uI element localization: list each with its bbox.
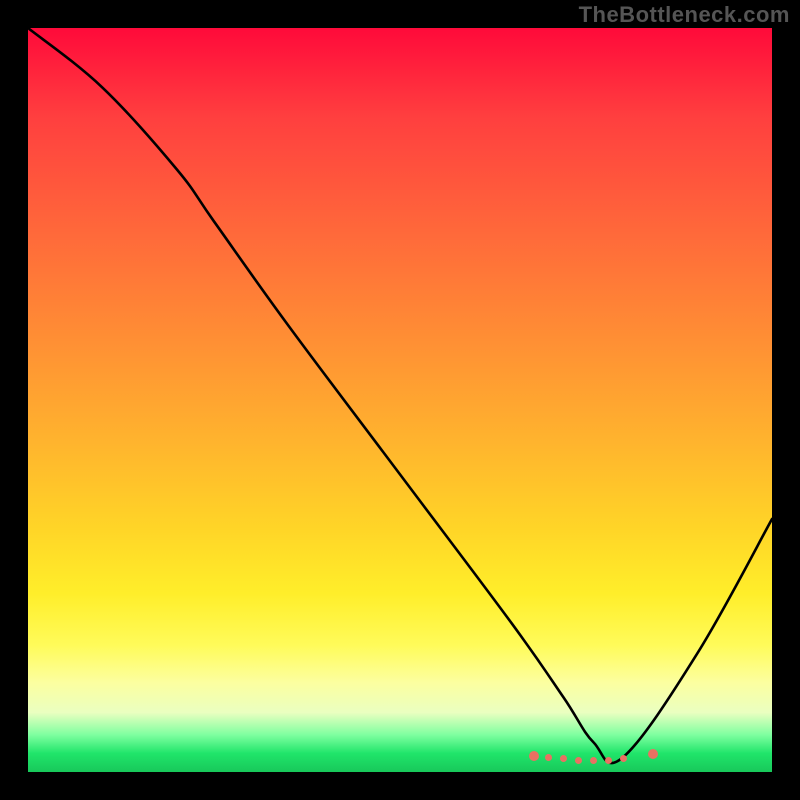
valley-dot — [529, 751, 539, 761]
valley-dot — [605, 757, 612, 764]
watermark-text: TheBottleneck.com — [579, 2, 790, 28]
valley-dot — [575, 757, 582, 764]
plot-area — [28, 28, 772, 772]
chart-frame: TheBottleneck.com — [0, 0, 800, 800]
valley-dot — [620, 755, 627, 762]
bottleneck-curve — [28, 28, 772, 772]
valley-dot — [545, 754, 552, 761]
